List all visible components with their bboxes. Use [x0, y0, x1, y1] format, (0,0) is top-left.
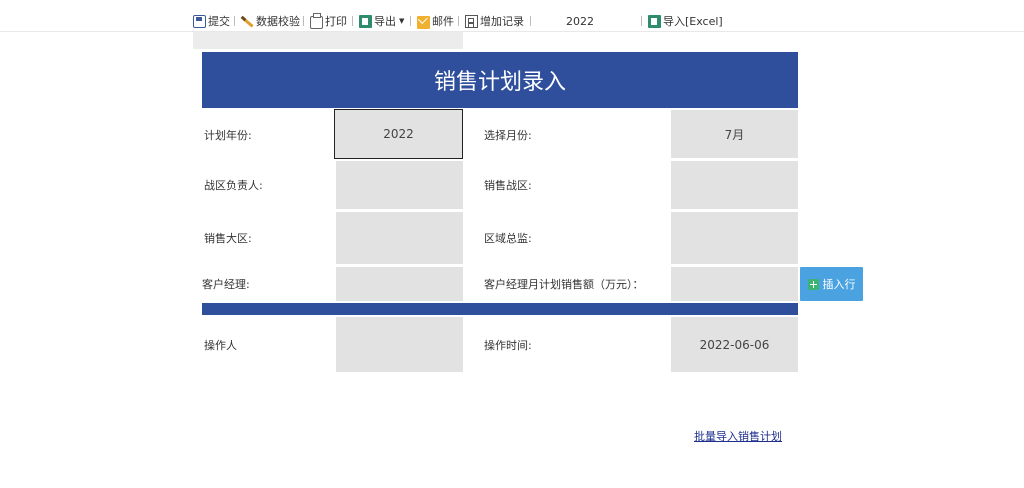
account-manager-field[interactable]	[336, 267, 463, 301]
operate-time-label: 操作时间:	[484, 338, 532, 352]
validate-label: 数据校验	[256, 15, 300, 28]
submit-button[interactable]: 提交	[193, 11, 230, 31]
year-selector[interactable]: 2022	[566, 11, 594, 31]
mail-button[interactable]: 邮件	[417, 11, 454, 31]
zone-leader-label: 战区负责人:	[204, 179, 263, 192]
add-record-button[interactable]: 增加记录	[465, 11, 524, 31]
region-director-label: 区域总监:	[484, 232, 532, 245]
month-label: 选择月份:	[484, 128, 532, 142]
plan-year-field[interactable]: 2022	[334, 109, 463, 159]
region-director-field[interactable]	[671, 212, 798, 264]
plan-year-label: 计划年份:	[204, 128, 252, 142]
batch-import-link[interactable]: 批量导入销售计划	[694, 428, 782, 444]
sales-zone-label: 销售战区:	[484, 179, 532, 192]
mail-icon	[417, 15, 430, 29]
account-manager-label: 客户经理:	[202, 278, 250, 291]
form-title: 销售计划录入	[202, 52, 798, 108]
sales-region-field[interactable]	[336, 212, 463, 264]
insert-row-label: 插入行	[822, 278, 856, 291]
add-record-icon	[465, 14, 478, 28]
add-record-label: 增加记录	[480, 15, 524, 28]
toolbar: 提交 数据校验 打印 导出 ▼ 邮件 增加记录 2022 导入[Excel]	[0, 0, 1024, 32]
sales-region-label: 销售大区:	[204, 232, 252, 245]
operate-time-field[interactable]: 2022-06-06	[671, 317, 798, 372]
toolbar-separator	[530, 16, 531, 26]
toolbar-separator	[641, 16, 642, 26]
excel-import-icon	[648, 14, 661, 28]
operator-label: 操作人	[204, 338, 237, 352]
year-value: 2022	[566, 14, 594, 28]
export-button[interactable]: 导出 ▼	[359, 11, 404, 31]
month-field[interactable]: 7月	[671, 110, 798, 158]
monthly-target-field[interactable]	[671, 267, 798, 301]
export-icon	[359, 14, 372, 28]
toolbar-separator	[352, 16, 353, 26]
plus-icon	[807, 278, 819, 290]
toolbar-separator	[410, 16, 411, 26]
print-label: 打印	[325, 15, 347, 28]
mail-label: 邮件	[432, 15, 454, 28]
chevron-down-icon: ▼	[399, 17, 405, 25]
insert-row-button[interactable]: 插入行	[800, 267, 863, 301]
toolbar-separator	[234, 16, 235, 26]
sales-zone-field[interactable]	[671, 161, 798, 209]
import-excel-label: 导入[Excel]	[663, 15, 723, 28]
operator-field[interactable]	[336, 317, 463, 372]
toolbar-separator	[458, 16, 459, 26]
frozen-header-stub	[193, 32, 463, 49]
submit-label: 提交	[208, 15, 230, 28]
toolbar-separator	[303, 16, 304, 26]
export-label: 导出	[374, 15, 396, 28]
check-icon	[241, 15, 254, 28]
section-divider	[202, 303, 798, 315]
print-button[interactable]: 打印	[310, 11, 347, 31]
validate-button[interactable]: 数据校验	[241, 11, 300, 31]
zone-leader-field[interactable]	[336, 161, 463, 209]
toolbar-divider	[0, 31, 1024, 32]
save-icon	[193, 14, 206, 28]
print-icon	[310, 13, 323, 29]
import-excel-button[interactable]: 导入[Excel]	[648, 11, 723, 31]
monthly-target-label: 客户经理月计划销售额（万元）：	[484, 278, 644, 291]
